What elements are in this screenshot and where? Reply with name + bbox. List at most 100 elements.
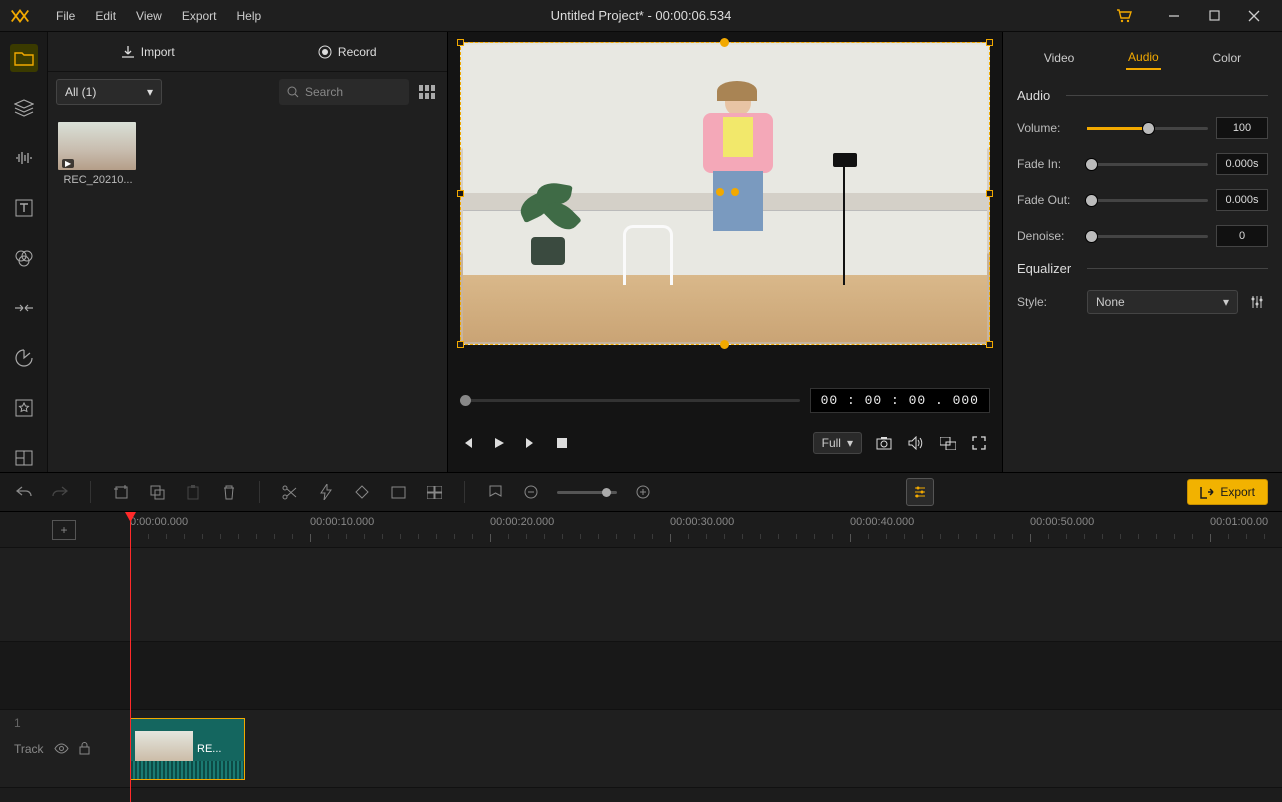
- prev-frame-button[interactable]: [460, 436, 478, 450]
- mute-icon[interactable]: [908, 436, 926, 450]
- timecode-display: 00 : 00 : 00 . 000: [810, 388, 990, 413]
- paste-button[interactable]: [183, 482, 203, 502]
- next-frame-button[interactable]: [524, 436, 542, 450]
- search-placeholder: Search: [305, 85, 343, 99]
- redo-button[interactable]: [50, 482, 70, 502]
- maximize-button[interactable]: [1194, 1, 1234, 31]
- text-icon[interactable]: [10, 194, 38, 222]
- elements-icon[interactable]: [10, 344, 38, 372]
- export-icon: [1200, 486, 1214, 499]
- minimize-button[interactable]: [1154, 1, 1194, 31]
- compare-icon[interactable]: [940, 437, 958, 450]
- import-button[interactable]: Import: [48, 32, 248, 71]
- export-button[interactable]: Export: [1187, 479, 1268, 505]
- menu-view[interactable]: View: [126, 3, 172, 29]
- export-label: Export: [1220, 485, 1255, 499]
- cart-icon[interactable]: [1104, 1, 1144, 31]
- audio-section-header: Audio: [1017, 88, 1268, 103]
- playhead[interactable]: [130, 512, 131, 802]
- menu-export[interactable]: Export: [172, 3, 227, 29]
- undo-button[interactable]: [14, 482, 34, 502]
- preview-panel: 00 : 00 : 00 . 000 Full▾: [448, 32, 1002, 472]
- crop-button[interactable]: [111, 482, 131, 502]
- import-label: Import: [141, 45, 175, 59]
- screen-mode-dropdown[interactable]: Full▾: [813, 432, 862, 454]
- timeline-ruler[interactable]: + 0:00:00.00000:00:10.00000:00:20.00000:…: [0, 512, 1282, 548]
- waveform: [131, 761, 244, 779]
- volume-value[interactable]: 100: [1216, 117, 1268, 139]
- menu-file[interactable]: File: [46, 3, 85, 29]
- timeline-clip[interactable]: RE...: [130, 718, 245, 780]
- tab-color[interactable]: Color: [1210, 47, 1243, 69]
- fadeout-slider[interactable]: [1087, 199, 1208, 202]
- visibility-icon[interactable]: [54, 743, 69, 754]
- fadein-slider[interactable]: [1087, 163, 1208, 166]
- denoise-slider[interactable]: [1087, 235, 1208, 238]
- timeline-toolbar: Export: [0, 472, 1282, 512]
- clip-thumbnail: [58, 122, 136, 170]
- split-screen-icon[interactable]: [10, 444, 38, 472]
- aspect-button[interactable]: [388, 482, 408, 502]
- snapshot-icon[interactable]: [876, 436, 894, 450]
- media-library-icon[interactable]: [10, 44, 38, 72]
- stop-button[interactable]: [556, 437, 574, 449]
- zoom-slider[interactable]: [557, 491, 617, 494]
- chevron-down-icon: ▾: [147, 85, 153, 99]
- chevron-down-icon: ▾: [847, 436, 853, 450]
- tab-video[interactable]: Video: [1042, 47, 1076, 69]
- track-row-1[interactable]: [0, 548, 1282, 642]
- delete-button[interactable]: [219, 482, 239, 502]
- track-row-2[interactable]: [0, 642, 1282, 710]
- rotate-handle[interactable]: [720, 38, 729, 47]
- fadeout-label: Fade Out:: [1017, 193, 1079, 207]
- marker-button[interactable]: [485, 482, 505, 502]
- fadeout-value[interactable]: 0.000s: [1216, 189, 1268, 211]
- menu-edit[interactable]: Edit: [85, 3, 126, 29]
- volume-slider[interactable]: [1087, 127, 1208, 130]
- anchor-handle[interactable]: [716, 188, 724, 196]
- layers-icon[interactable]: [10, 94, 38, 122]
- equalizer-section-header: Equalizer: [1017, 261, 1268, 276]
- keyframe-button[interactable]: [352, 482, 372, 502]
- transition-icon[interactable]: [10, 294, 38, 322]
- copy-button[interactable]: [147, 482, 167, 502]
- lock-icon[interactable]: [79, 742, 90, 755]
- ruler-tick-label: 0:00:00.000: [130, 516, 188, 528]
- track-row-main[interactable]: 1 Track RE...: [0, 710, 1282, 788]
- denoise-value[interactable]: 0: [1216, 225, 1268, 247]
- ruler-tick-label: 00:00:50.000: [1030, 516, 1094, 528]
- ruler-tick-label: 00:00:40.000: [850, 516, 914, 528]
- play-button[interactable]: [492, 436, 510, 450]
- rotate-handle[interactable]: [720, 340, 729, 349]
- preview-canvas[interactable]: [460, 42, 990, 345]
- fullscreen-icon[interactable]: [972, 436, 990, 450]
- grid-button[interactable]: [424, 482, 444, 502]
- fadein-value[interactable]: 0.000s: [1216, 153, 1268, 175]
- record-button[interactable]: Record: [248, 32, 448, 71]
- close-button[interactable]: [1234, 1, 1274, 31]
- menu-help[interactable]: Help: [227, 3, 272, 29]
- effects-icon[interactable]: [10, 394, 38, 422]
- media-filter-dropdown[interactable]: All (1) ▾: [56, 79, 162, 105]
- search-input[interactable]: Search: [279, 79, 409, 105]
- media-clip[interactable]: REC_20210...: [58, 122, 138, 186]
- add-track-button[interactable]: +: [52, 520, 76, 540]
- ruler-tick-label: 00:00:10.000: [310, 516, 374, 528]
- timeline-clip-name: RE...: [197, 743, 244, 755]
- timeline-settings-button[interactable]: [906, 478, 934, 506]
- scrub-slider[interactable]: [460, 399, 800, 402]
- speed-button[interactable]: [316, 482, 336, 502]
- media-panel: Import Record All (1) ▾ Search REC_20210…: [48, 32, 448, 472]
- filters-icon[interactable]: [10, 244, 38, 272]
- anchor-handle[interactable]: [731, 188, 739, 196]
- left-tool-strip: [0, 32, 48, 472]
- eq-style-dropdown[interactable]: None▾: [1087, 290, 1238, 314]
- view-mode-icon[interactable]: [419, 82, 439, 102]
- zoom-out-button[interactable]: [521, 482, 541, 502]
- zoom-in-button[interactable]: [633, 482, 653, 502]
- split-button[interactable]: [280, 482, 300, 502]
- chevron-down-icon: ▾: [1223, 295, 1229, 309]
- eq-adjust-icon[interactable]: [1246, 291, 1268, 313]
- audio-icon[interactable]: [10, 144, 38, 172]
- tab-audio[interactable]: Audio: [1126, 46, 1161, 70]
